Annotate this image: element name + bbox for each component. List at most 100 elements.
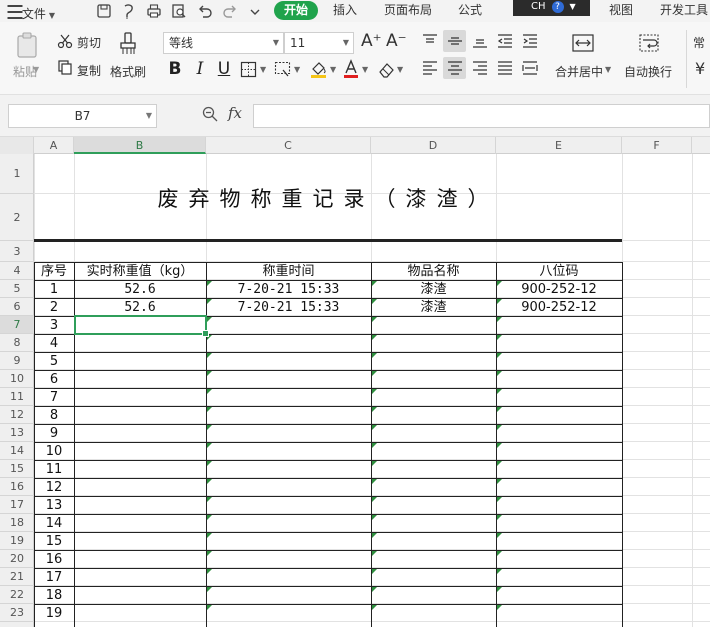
file-menu[interactable]: 文件 ▼ (6, 0, 55, 22)
table-cell[interactable]: 19 (34, 604, 74, 622)
row-header[interactable]: 5 (0, 280, 34, 298)
error-indicator-icon[interactable] (497, 461, 502, 466)
error-indicator-icon[interactable] (372, 605, 377, 610)
spreadsheet-grid[interactable]: A B C D E F 1 2 3 4 5 6 7 8 9 10 11 12 13 14 15 16 17 18 1… (0, 137, 710, 627)
error-indicator-icon[interactable] (497, 335, 502, 340)
table-cell[interactable]: 13 (34, 496, 74, 514)
underline-button[interactable]: U (216, 58, 232, 80)
row-header[interactable]: 21 (0, 568, 34, 586)
error-indicator-icon[interactable] (207, 371, 212, 376)
row-header[interactable]: 14 (0, 442, 34, 460)
table-cell[interactable] (74, 586, 206, 604)
error-indicator-icon[interactable] (207, 425, 212, 430)
table-cell[interactable]: 11 (34, 460, 74, 478)
table-cell[interactable] (496, 514, 622, 532)
table-cell[interactable] (74, 424, 206, 442)
error-indicator-icon[interactable] (372, 497, 377, 502)
justify-icon[interactable] (497, 60, 513, 76)
table-cell[interactable] (496, 388, 622, 406)
font-size-select[interactable]: 11 ▼ (284, 32, 354, 54)
table-cell[interactable] (496, 496, 622, 514)
error-indicator-icon[interactable] (372, 479, 377, 484)
table-cell[interactable] (371, 568, 496, 586)
row-header[interactable]: 11 (0, 388, 34, 406)
error-indicator-icon[interactable] (372, 425, 377, 430)
error-indicator-icon[interactable] (497, 371, 502, 376)
table-cell[interactable] (371, 406, 496, 424)
error-indicator-icon[interactable] (497, 443, 502, 448)
error-indicator-icon[interactable] (372, 551, 377, 556)
row-header[interactable]: 1 (0, 154, 34, 194)
table-cell[interactable] (371, 334, 496, 352)
table-cell[interactable] (371, 442, 496, 460)
table-cell[interactable] (371, 316, 496, 334)
row-header[interactable]: 12 (0, 406, 34, 424)
table-cell[interactable] (496, 568, 622, 586)
error-indicator-icon[interactable] (372, 299, 377, 304)
error-indicator-icon[interactable] (497, 353, 502, 358)
scissors-icon[interactable] (57, 33, 73, 49)
error-indicator-icon[interactable] (497, 425, 502, 430)
table-cell[interactable] (206, 442, 371, 460)
error-indicator-icon[interactable] (372, 443, 377, 448)
table-cell[interactable] (371, 388, 496, 406)
clear-format-icon[interactable] (274, 61, 291, 78)
row-header[interactable]: 3 (0, 241, 34, 262)
name-box[interactable]: B7 ▼ (8, 104, 157, 128)
error-indicator-icon[interactable] (497, 479, 502, 484)
align-right-icon[interactable] (472, 60, 488, 76)
table-cell[interactable] (496, 478, 622, 496)
table-cell[interactable]: 7-20-21 15:33 (206, 298, 371, 316)
table-cell[interactable] (206, 550, 371, 568)
number-format-select[interactable]: 常 (693, 34, 705, 51)
error-indicator-icon[interactable] (207, 497, 212, 502)
tab-page-layout[interactable]: 页面布局 (384, 0, 432, 22)
table-cell[interactable] (206, 586, 371, 604)
error-indicator-icon[interactable] (207, 515, 212, 520)
print-preview-icon[interactable] (170, 2, 188, 20)
table-cell[interactable]: 16 (34, 550, 74, 568)
row-header[interactable]: 22 (0, 586, 34, 604)
error-indicator-icon[interactable] (497, 407, 502, 412)
column-header-d[interactable]: D (371, 137, 496, 154)
merge-center-button[interactable]: 合并居中 (555, 63, 603, 80)
italic-button[interactable]: I (192, 58, 208, 80)
tab-insert[interactable]: 插入 (333, 0, 357, 22)
table-cell[interactable] (206, 604, 371, 622)
align-middle-icon[interactable] (447, 33, 463, 49)
row-header[interactable]: 16 (0, 478, 34, 496)
error-indicator-icon[interactable] (372, 407, 377, 412)
row-header[interactable]: 20 (0, 550, 34, 568)
fx-icon[interactable]: fx (228, 104, 242, 122)
copy-icon[interactable] (57, 59, 73, 75)
error-indicator-icon[interactable] (372, 389, 377, 394)
error-indicator-icon[interactable] (497, 533, 502, 538)
table-cell[interactable] (371, 424, 496, 442)
table-cell[interactable] (371, 370, 496, 388)
selected-cell[interactable] (74, 315, 209, 337)
error-indicator-icon[interactable] (497, 587, 502, 592)
table-cell[interactable] (371, 478, 496, 496)
table-cell[interactable] (74, 388, 206, 406)
zoom-icon[interactable] (201, 105, 219, 123)
table-cell[interactable]: 12 (34, 478, 74, 496)
table-cell[interactable] (74, 460, 206, 478)
brush-icon[interactable] (117, 31, 139, 57)
table-cell[interactable] (206, 514, 371, 532)
error-indicator-icon[interactable] (497, 605, 502, 610)
error-indicator-icon[interactable] (207, 551, 212, 556)
error-indicator-icon[interactable] (372, 281, 377, 286)
table-cell[interactable] (496, 352, 622, 370)
table-cell[interactable] (74, 532, 206, 550)
table-cell[interactable] (496, 442, 622, 460)
row-header[interactable]: 9 (0, 352, 34, 370)
table-cell[interactable] (206, 370, 371, 388)
table-cell[interactable]: 7-20-21 15:33 (206, 280, 371, 298)
table-cell[interactable] (74, 514, 206, 532)
error-indicator-icon[interactable] (207, 533, 212, 538)
table-cell[interactable] (371, 586, 496, 604)
error-indicator-icon[interactable] (497, 281, 502, 286)
select-all-corner[interactable] (0, 137, 34, 154)
table-cell[interactable] (496, 424, 622, 442)
row-header[interactable]: 13 (0, 424, 34, 442)
